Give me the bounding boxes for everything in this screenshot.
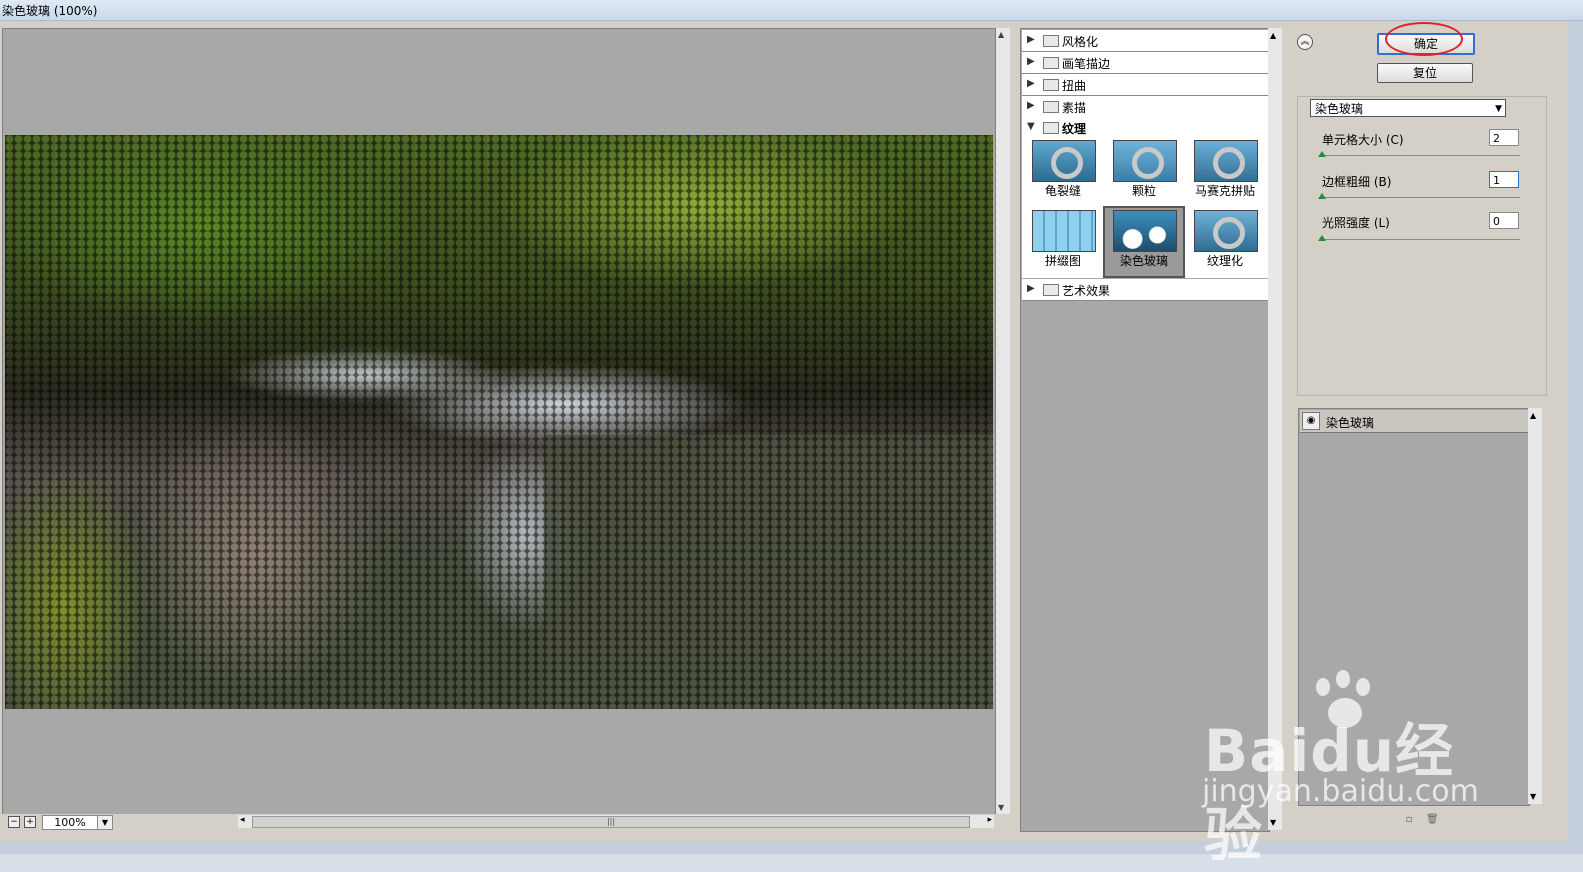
filter-select[interactable]: 染色玻璃 ▼ (1310, 99, 1506, 117)
thumbnail-ring (1132, 147, 1164, 179)
thumbnail-image (1113, 210, 1177, 252)
open-folder-icon (1043, 122, 1059, 134)
zoom-in-button[interactable]: + (24, 816, 36, 828)
category-stylize[interactable]: ▶ 风格化 (1022, 30, 1268, 52)
expand-triangle-icon[interactable]: ▶ (1027, 78, 1035, 89)
stained-glass-cells (5, 135, 993, 709)
category-artistic[interactable]: ▶ 艺术效果 (1022, 279, 1268, 301)
thumbnail-ring (1213, 217, 1245, 249)
border-thickness-field[interactable]: 1 (1489, 171, 1519, 188)
preview-canvas[interactable] (2, 28, 996, 816)
category-label: 风格化 (1062, 35, 1099, 49)
scroll-up-icon[interactable]: ▲ (1270, 31, 1276, 40)
scroll-down-icon[interactable]: ▼ (998, 803, 1004, 812)
light-intensity-field[interactable]: 0 (1489, 212, 1519, 229)
filter-thumb-texturizer[interactable]: 纹理化 (1186, 208, 1264, 276)
texture-filter-thumbnails: 龟裂缝 颗粒 马赛克拼贴 拼缀图 染色玻璃 纹理化 (1022, 138, 1268, 278)
preview-vertical-scrollbar[interactable]: ▲ ▼ (996, 28, 1010, 814)
thumbnail-image (1194, 140, 1258, 182)
category-brush-strokes[interactable]: ▶ 画笔描边 (1022, 52, 1268, 74)
effect-layer-label: 染色玻璃 (1326, 416, 1375, 430)
zoom-bar: − + 100% ▼ ◂ ||| ▸ (2, 814, 1008, 830)
scroll-up-icon[interactable]: ▲ (1530, 411, 1536, 420)
category-distort[interactable]: ▶ 扭曲 (1022, 74, 1268, 96)
scroll-thumb[interactable]: ||| (252, 816, 970, 828)
preview-image (5, 135, 993, 709)
scroll-left-icon[interactable]: ◂ (240, 815, 245, 825)
filter-thumb-craquelure[interactable]: 龟裂缝 (1024, 138, 1102, 206)
folder-icon (1043, 35, 1059, 47)
category-label: 纹理 (1062, 122, 1087, 136)
category-label: 扭曲 (1062, 79, 1087, 93)
scroll-right-icon[interactable]: ▸ (987, 815, 992, 825)
thumbnail-image (1194, 210, 1258, 252)
thumbnail-ring (1213, 147, 1245, 179)
param-label: 边框粗细 (B) (1322, 175, 1392, 189)
baidu-watermark: Baidu经验 jingyan.baidu.com (1180, 670, 1500, 869)
filter-thumb-label: 颗粒 (1131, 184, 1156, 198)
thumbnail-image (1032, 210, 1096, 252)
effect-layer-item[interactable]: ◉ 染色玻璃 (1300, 410, 1528, 433)
chevron-down-icon: ▼ (1495, 104, 1502, 114)
cell-size-slider-knob[interactable] (1318, 151, 1326, 157)
border-thickness-slider-knob[interactable] (1318, 193, 1326, 199)
cell-size-field[interactable]: 2 (1489, 129, 1519, 146)
expand-triangle-icon[interactable]: ▶ (1027, 283, 1035, 294)
window-title: 染色玻璃 (100%) (2, 4, 98, 18)
border-thickness-slider-track[interactable] (1320, 197, 1520, 198)
collapse-triangle-icon[interactable]: ▼ (1027, 121, 1035, 132)
category-label: 艺术效果 (1062, 284, 1111, 298)
expand-triangle-icon[interactable]: ▶ (1027, 56, 1035, 67)
title-bar: 染色玻璃 (100%) (0, 0, 1583, 21)
zoom-dropdown-button[interactable]: ▼ (97, 815, 113, 830)
window-edge (1568, 21, 1583, 854)
filter-thumb-grain[interactable]: 颗粒 (1105, 138, 1183, 206)
scroll-up-icon[interactable]: ▲ (998, 30, 1004, 39)
category-texture[interactable]: ▼ 纹理 (1022, 117, 1268, 139)
layers-scrollbar[interactable]: ▲ ▼ (1528, 408, 1542, 804)
param-label: 光照强度 (L) (1322, 216, 1390, 230)
reset-button[interactable]: 复位 (1377, 63, 1473, 83)
zoom-level-field[interactable]: 100% (42, 815, 98, 830)
category-label: 素描 (1062, 101, 1087, 115)
annotation-circle (1385, 22, 1463, 56)
filter-select-value: 染色玻璃 (1315, 102, 1364, 116)
filter-thumb-label: 马赛克拼贴 (1194, 184, 1255, 198)
filter-thumb-label: 龟裂缝 (1044, 184, 1081, 198)
filter-thumb-mosaic-tiles[interactable]: 马赛克拼贴 (1186, 138, 1264, 206)
category-sketch[interactable]: ▶ 素描 (1022, 96, 1268, 118)
filter-thumb-label: 拼缀图 (1044, 254, 1081, 268)
folder-icon (1043, 101, 1059, 113)
folder-icon (1043, 79, 1059, 91)
expand-triangle-icon[interactable]: ▶ (1027, 100, 1035, 111)
eye-icon[interactable]: ◉ (1302, 412, 1320, 430)
preview-horizontal-scrollbar[interactable]: ◂ ||| ▸ (238, 815, 994, 828)
filter-thumb-label: 染色玻璃 (1119, 254, 1168, 268)
thumbnail-ring (1051, 147, 1083, 179)
light-intensity-slider-track[interactable] (1320, 239, 1520, 240)
cell-size-slider-track[interactable] (1320, 155, 1520, 156)
folder-icon (1043, 57, 1059, 69)
filter-thumb-label: 纹理化 (1206, 254, 1243, 268)
light-intensity-slider-knob[interactable] (1318, 235, 1326, 241)
watermark-url: jingyan.baidu.com (1202, 774, 1479, 809)
folder-icon (1043, 284, 1059, 296)
filter-thumb-stained-glass[interactable]: 染色玻璃 (1103, 206, 1185, 278)
collapse-gallery-icon[interactable]: ︽ (1297, 34, 1313, 50)
thumbnail-image (1113, 140, 1177, 182)
filter-thumb-patchwork[interactable]: 拼缀图 (1024, 208, 1102, 276)
expand-triangle-icon[interactable]: ▶ (1027, 34, 1035, 45)
param-label: 单元格大小 (C) (1322, 133, 1404, 147)
thumbnail-image (1032, 140, 1096, 182)
category-label: 画笔描边 (1062, 57, 1111, 71)
scroll-down-icon[interactable]: ▼ (1530, 792, 1536, 801)
zoom-out-button[interactable]: − (8, 816, 20, 828)
